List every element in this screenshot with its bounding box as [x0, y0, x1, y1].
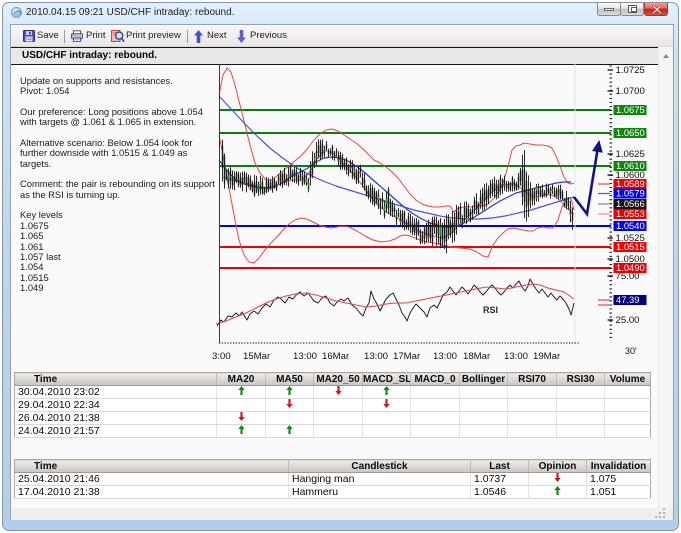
svg-text:1.0725: 1.0725	[616, 65, 645, 76]
svg-text:1.0610: 1.0610	[616, 160, 645, 171]
svg-text:13:00: 13:00	[364, 351, 388, 362]
svg-text:19Mar: 19Mar	[533, 351, 561, 362]
svg-text:1.0650: 1.0650	[616, 127, 645, 138]
svg-text:16Mar: 16Mar	[322, 351, 350, 362]
svg-text:1.0675: 1.0675	[616, 104, 645, 115]
svg-text:13:00: 13:00	[433, 351, 457, 362]
svg-text:25.00: 25.00	[616, 315, 640, 326]
svg-text:13:00: 13:00	[504, 351, 528, 362]
svg-text:1.0700: 1.0700	[616, 86, 645, 97]
svg-text:3:00: 3:00	[212, 351, 231, 362]
svg-text:18Mar: 18Mar	[463, 351, 491, 362]
svg-text:1.0553: 1.0553	[616, 208, 645, 219]
svg-text:17Mar: 17Mar	[393, 351, 421, 362]
svg-text:13:00: 13:00	[293, 351, 317, 362]
svg-text:1.0625: 1.0625	[616, 149, 645, 160]
svg-text:47.39: 47.39	[616, 294, 639, 305]
svg-text:15Mar: 15Mar	[243, 351, 271, 362]
svg-text:RSI: RSI	[483, 305, 498, 315]
svg-text:30': 30'	[625, 346, 637, 356]
svg-text:1.0515: 1.0515	[616, 241, 645, 252]
svg-text:1.0579: 1.0579	[616, 188, 645, 199]
svg-text:1.0540: 1.0540	[616, 220, 645, 231]
svg-text:1.0490: 1.0490	[616, 262, 645, 273]
